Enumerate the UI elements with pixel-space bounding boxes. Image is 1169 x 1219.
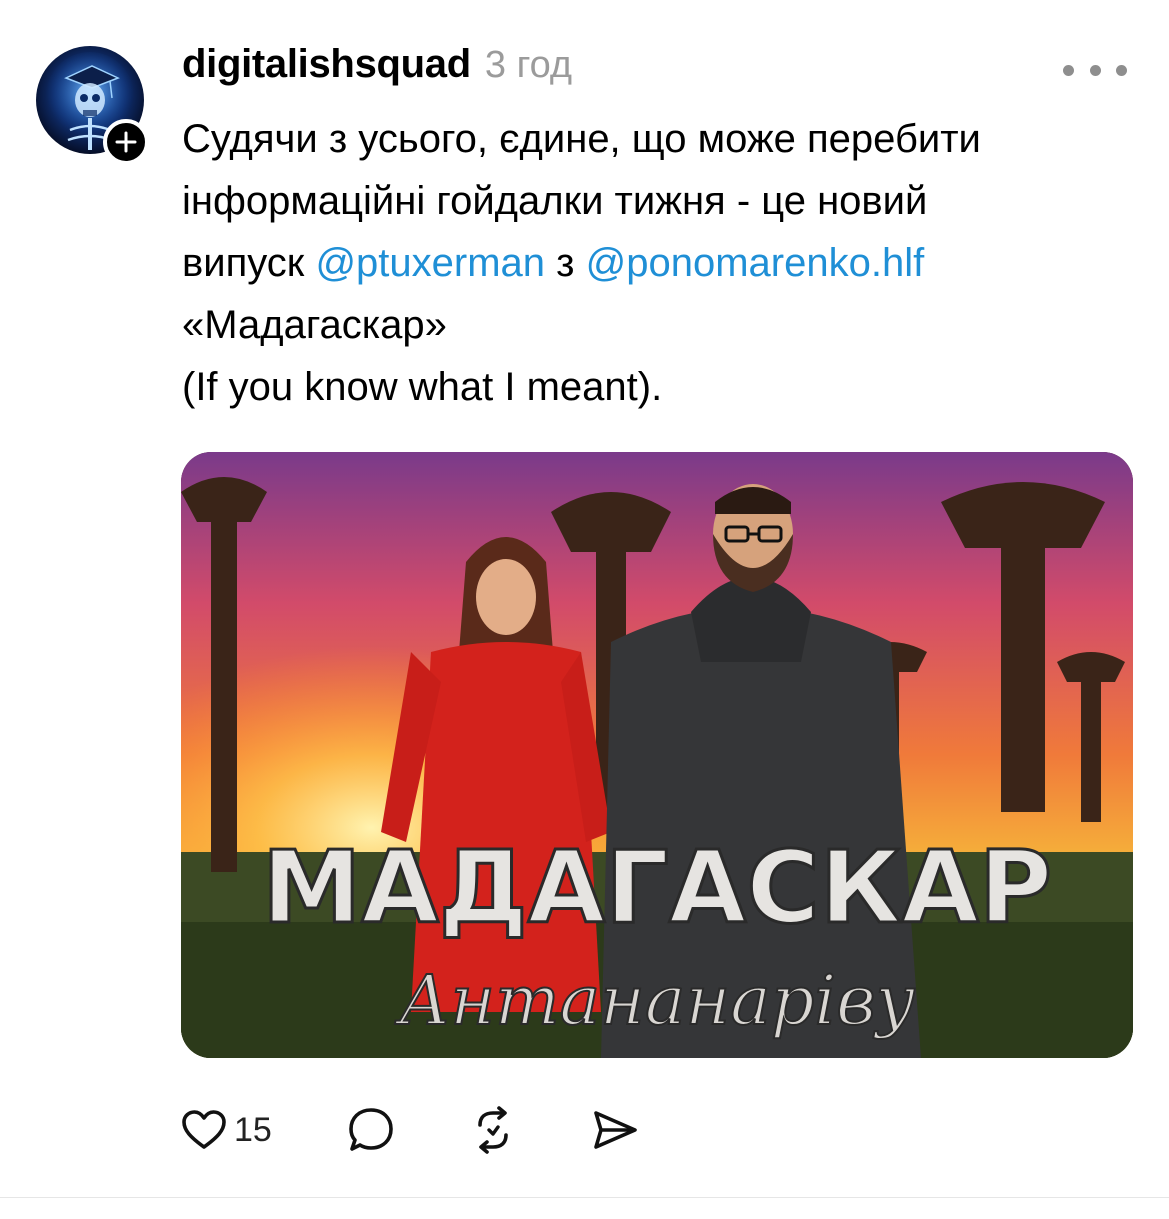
comment-button[interactable] [346,1102,396,1158]
image-subtitle: Антананаріву [395,962,916,1041]
share-button[interactable] [590,1102,640,1158]
plus-icon [115,131,137,153]
mention-link[interactable]: @ptuxerman [315,241,545,285]
more-options-button[interactable] [1063,62,1127,78]
heart-icon [182,1110,226,1149]
post-text-line: Судячи з усього, єдине, що може перебити [182,117,981,161]
post-text-line: (If you know what I meant). [182,365,663,409]
post-header: digitalishsquad 3 год [182,42,572,96]
avatar-container[interactable] [36,46,149,165]
more-icon [1063,64,1074,76]
like-count: 15 [234,1110,272,1149]
image-title: МАДАГАСКАР [262,829,1052,946]
post-text-fragment: з [556,241,575,285]
post-text-fragment: випуск [182,241,305,285]
post-actions: 15 [180,1102,640,1158]
like-button[interactable]: 15 [180,1102,272,1158]
post-image[interactable]: МАДАГАСКАР Антананаріву [181,452,1133,1058]
post-time: 3 год [484,44,573,86]
post-text-line: інформаційні гойдалки тижня - це новий [182,179,928,223]
post-text-line-mentions: випуск @ptuxerman з @ponomarenko.hlf [182,232,1132,294]
post-image-artwork: МАДАГАСКАР Антананаріву [181,452,1133,1058]
repost-button[interactable] [468,1102,518,1158]
repost-icon [478,1106,508,1154]
post-body: Судячи з усього, єдине, що може перебити… [182,108,1132,418]
username[interactable]: digitalishsquad [182,42,471,87]
mention-link[interactable]: @ponomarenko.hlf [586,241,925,285]
more-icon-dot [1116,64,1127,76]
post-divider [0,1197,1169,1198]
share-icon [594,1111,637,1149]
follow-button[interactable] [103,119,149,165]
comment-icon [349,1108,393,1151]
more-icon-dot [1089,64,1101,76]
post-text-line: «Мадагаскар» [182,303,447,347]
